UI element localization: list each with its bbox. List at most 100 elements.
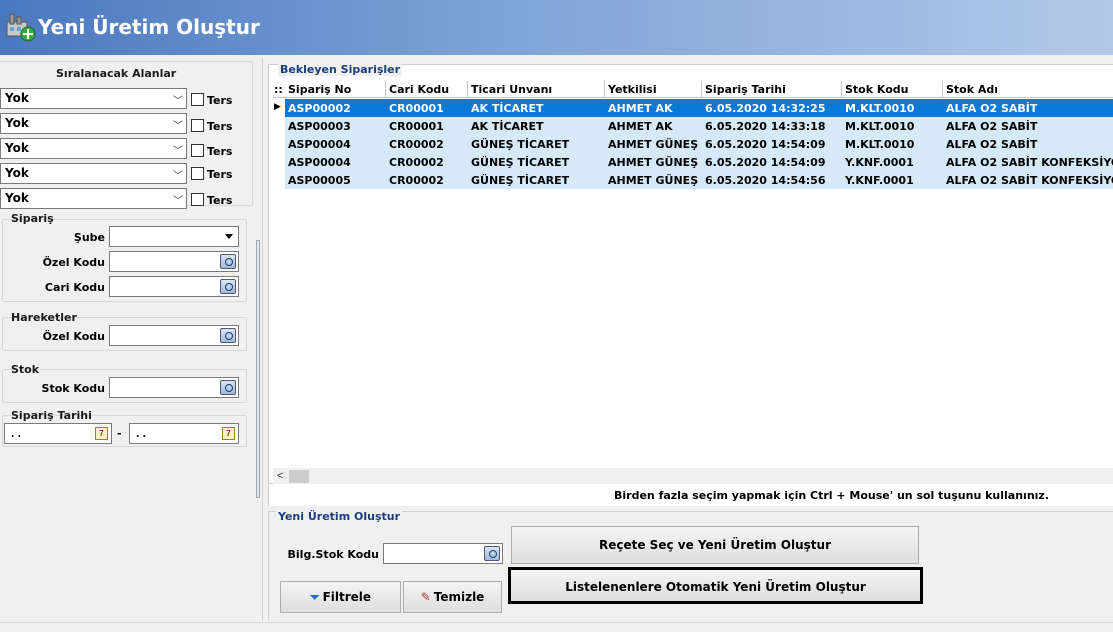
cell-customer-code: CR00002 bbox=[389, 138, 444, 151]
col-trade-name[interactable]: Ticari Unvanı bbox=[468, 81, 605, 98]
col-stock-code[interactable]: Stok Kodu bbox=[842, 81, 943, 98]
lookup-icon[interactable] bbox=[220, 254, 236, 269]
select-recipe-create-button[interactable]: Reçete Seç ve Yeni Üretim Oluştur bbox=[511, 526, 919, 564]
col-customer-code[interactable]: Cari Kodu bbox=[386, 81, 468, 98]
date-range-separator: - bbox=[117, 427, 122, 440]
cell-customer-code: CR00001 bbox=[389, 102, 444, 115]
col-stock-name[interactable]: Stok Adı bbox=[943, 81, 1113, 98]
movement-special-code-label: Özel Kodu bbox=[42, 330, 105, 343]
cell-order-date: 6.05.2020 14:54:09 bbox=[705, 156, 826, 169]
eraser-icon: ✎ bbox=[420, 590, 431, 604]
stock-code-input[interactable] bbox=[109, 377, 239, 398]
cell-order-no: ASP00002 bbox=[288, 102, 351, 115]
chevron-down-icon: ﹀ bbox=[173, 146, 183, 157]
sort-reverse-4-checkbox[interactable] bbox=[191, 167, 204, 180]
sort-reverse-1-label: Ters bbox=[207, 94, 233, 107]
movement-special-code-input[interactable] bbox=[109, 325, 239, 346]
info-stock-code-input[interactable] bbox=[383, 543, 503, 564]
sort-reverse-2-checkbox[interactable] bbox=[191, 119, 204, 132]
calendar-icon[interactable]: 7 bbox=[222, 427, 235, 440]
cell-order-no: ASP00004 bbox=[288, 156, 351, 169]
stock-filter-title: Stok bbox=[11, 363, 40, 376]
cell-trade-name: GÜNEŞ TİCARET bbox=[471, 138, 570, 151]
cell-stock-name: ALFA O2 SABİT bbox=[946, 138, 1038, 151]
auto-create-production-button[interactable]: Listelenenlere Otomatik Yeni Üretim Oluş… bbox=[508, 567, 923, 604]
cell-contact: AHMET GÜNEŞ bbox=[608, 156, 699, 169]
col-order-date[interactable]: Sipariş Tarihi bbox=[702, 81, 842, 98]
sort-fields-title: Sıralanacak Alanlar bbox=[56, 67, 177, 80]
cell-order-no: ASP00003 bbox=[288, 120, 351, 133]
filter-panel: Sıralanacak Alanlar Yok ﹀ Ters Yok ﹀ Ters … bbox=[0, 58, 253, 620]
info-stock-code-label: Bilg.Stok Kodu bbox=[287, 548, 379, 561]
order-date-from-input[interactable]: . .7 bbox=[4, 423, 112, 444]
horizontal-scrollbar[interactable]: < bbox=[273, 468, 1113, 485]
cell-order-date: 6.05.2020 14:32:25 bbox=[705, 102, 826, 115]
scroll-thumb[interactable] bbox=[289, 470, 309, 483]
title-bar: Yeni Üretim Oluştur bbox=[0, 0, 1113, 55]
row-indicator bbox=[273, 171, 285, 189]
chevron-down-icon: ﹀ bbox=[173, 196, 183, 207]
cell-stock-code: M.KLT.0010 bbox=[845, 138, 915, 151]
sort-reverse-2-label: Ters bbox=[207, 120, 233, 133]
cell-stock-name: ALFA O2 SABİT KONFEKSİYON bbox=[946, 174, 1113, 187]
chevron-down-icon: ﹀ bbox=[173, 171, 183, 182]
selection-hint: Birden fazla seçim yapmak için Ctrl + Mo… bbox=[614, 489, 1050, 502]
order-date-title: Sipariş Tarihi bbox=[11, 409, 92, 422]
cell-trade-name: GÜNEŞ TİCARET bbox=[471, 156, 570, 169]
table-row[interactable]: ASP00004 CR00002 GÜNEŞ TİCARET AHMET GÜNEŞ 6… bbox=[273, 153, 1113, 171]
sort-reverse-1-checkbox[interactable] bbox=[191, 93, 204, 106]
panel-splitter[interactable] bbox=[253, 58, 263, 620]
caret-down-icon bbox=[225, 234, 233, 239]
table-row[interactable]: ASP00004 CR00002 GÜNEŞ TİCARET AHMET GÜNEŞ 6… bbox=[273, 135, 1113, 153]
sort-reverse-5-checkbox[interactable] bbox=[191, 193, 204, 206]
stock-code-label: Stok Kodu bbox=[41, 382, 105, 395]
cell-contact: AHMET GÜNEŞ bbox=[608, 138, 699, 151]
sort-field-3-select[interactable]: Yok ﹀ bbox=[0, 138, 187, 159]
branch-label: Şube bbox=[73, 231, 105, 244]
cell-customer-code: CR00002 bbox=[389, 156, 444, 169]
sort-field-4-select[interactable]: Yok ﹀ bbox=[0, 163, 187, 184]
cell-stock-name: ALFA O2 SABİT bbox=[946, 102, 1038, 115]
cell-order-date: 6.05.2020 14:54:56 bbox=[705, 174, 826, 187]
sort-field-5-select[interactable]: Yok ﹀ bbox=[0, 188, 187, 209]
clear-button[interactable]: ✎ Temizle bbox=[403, 581, 502, 613]
customer-code-input[interactable] bbox=[109, 276, 239, 297]
order-filter-title: Sipariş bbox=[11, 212, 54, 225]
sort-reverse-3-checkbox[interactable] bbox=[191, 144, 204, 157]
sort-reverse-3-label: Ters bbox=[207, 145, 233, 158]
filter-button[interactable]: ⏷ Filtrele bbox=[280, 581, 401, 613]
cell-stock-code: M.KLT.0010 bbox=[845, 120, 915, 133]
main-panel: Bekleyen Siparişler :: Sipariş No Cari K… bbox=[265, 58, 1113, 620]
new-production-group: Yeni Üretim Oluştur Bilg.Stok Kodu Reçet… bbox=[268, 510, 1113, 620]
chevron-down-icon: ﹀ bbox=[173, 96, 183, 107]
branch-select[interactable] bbox=[109, 226, 239, 247]
bottom-tab-strip bbox=[0, 622, 1113, 632]
col-contact[interactable]: Yetkilisi bbox=[605, 81, 702, 98]
lookup-icon[interactable] bbox=[220, 279, 236, 294]
sort-field-2-select[interactable]: Yok ﹀ bbox=[0, 113, 187, 134]
cell-contact: AHMET AK bbox=[608, 102, 673, 115]
splitter-handle[interactable] bbox=[256, 240, 260, 498]
cell-stock-name: ALFA O2 SABİT bbox=[946, 120, 1038, 133]
table-row[interactable]: ASP00003 CR00001 AK TİCARET AHMET AK 6.05.20… bbox=[273, 117, 1113, 135]
col-order-no[interactable]: Sipariş No bbox=[285, 81, 386, 98]
lookup-icon[interactable] bbox=[220, 380, 236, 395]
order-special-code-input[interactable] bbox=[109, 251, 239, 272]
order-special-code-label: Özel Kodu bbox=[42, 256, 105, 269]
sort-field-1-select[interactable]: Yok ﹀ bbox=[0, 88, 187, 109]
cell-stock-code: Y.KNF.0001 bbox=[845, 174, 914, 187]
table-row[interactable]: ASP00005 CR00002 GÜNEŞ TİCARET AHMET GÜNEŞ 6… bbox=[273, 171, 1113, 189]
lookup-icon[interactable] bbox=[484, 546, 500, 561]
cell-trade-name: AK TİCARET bbox=[471, 120, 544, 133]
row-indicator bbox=[273, 153, 285, 171]
cell-customer-code: CR00002 bbox=[389, 174, 444, 187]
table-row[interactable]: ▶ ASP00002 CR00001 AK TİCARET AHMET AK 6.05.2… bbox=[273, 99, 1113, 117]
sort-fields-group: Sıralanacak Alanlar Yok ﹀ Ters Yok ﹀ Ters … bbox=[0, 61, 253, 209]
orders-grid[interactable]: :: Sipariş No Cari Kodu Ticari Unvanı Ye… bbox=[273, 81, 1113, 466]
calendar-icon[interactable]: 7 bbox=[95, 427, 108, 440]
funnel-icon: ⏷ bbox=[309, 590, 320, 604]
scroll-left-icon[interactable]: < bbox=[277, 470, 283, 482]
order-date-to-input[interactable]: . .7 bbox=[129, 423, 239, 444]
cell-trade-name: AK TİCARET bbox=[471, 102, 544, 115]
lookup-icon[interactable] bbox=[220, 328, 236, 343]
